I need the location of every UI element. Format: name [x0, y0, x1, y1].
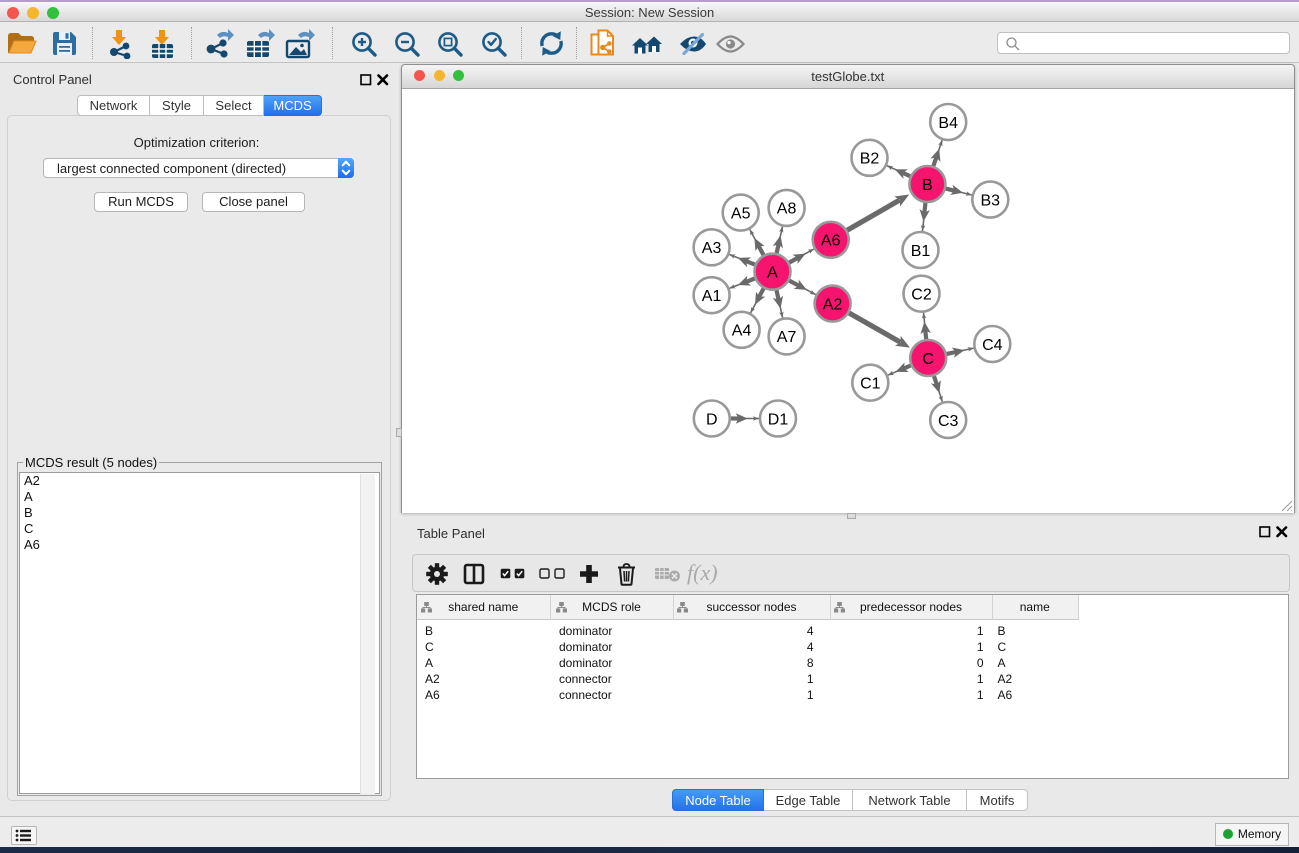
- svg-text:A6: A6: [820, 232, 840, 249]
- svg-text:C3: C3: [937, 412, 958, 429]
- svg-text:D: D: [706, 411, 718, 428]
- svg-text:C: C: [922, 350, 934, 367]
- svg-text:A4: A4: [731, 322, 751, 339]
- svg-text:B4: B4: [938, 114, 958, 131]
- svg-text:C2: C2: [911, 286, 932, 303]
- svg-text:B: B: [922, 176, 933, 193]
- svg-text:A7: A7: [776, 329, 796, 346]
- svg-text:A3: A3: [701, 240, 721, 257]
- svg-text:A: A: [767, 264, 778, 281]
- svg-text:C1: C1: [860, 375, 881, 392]
- svg-text:A5: A5: [730, 205, 750, 222]
- svg-text:A1: A1: [701, 288, 721, 305]
- svg-text:B3: B3: [980, 192, 1000, 209]
- svg-text:A2: A2: [822, 296, 842, 313]
- svg-text:A8: A8: [776, 200, 796, 217]
- svg-text:B2: B2: [859, 150, 879, 167]
- svg-text:B1: B1: [910, 242, 930, 259]
- svg-text:C4: C4: [982, 336, 1003, 353]
- svg-text:D1: D1: [767, 411, 788, 428]
